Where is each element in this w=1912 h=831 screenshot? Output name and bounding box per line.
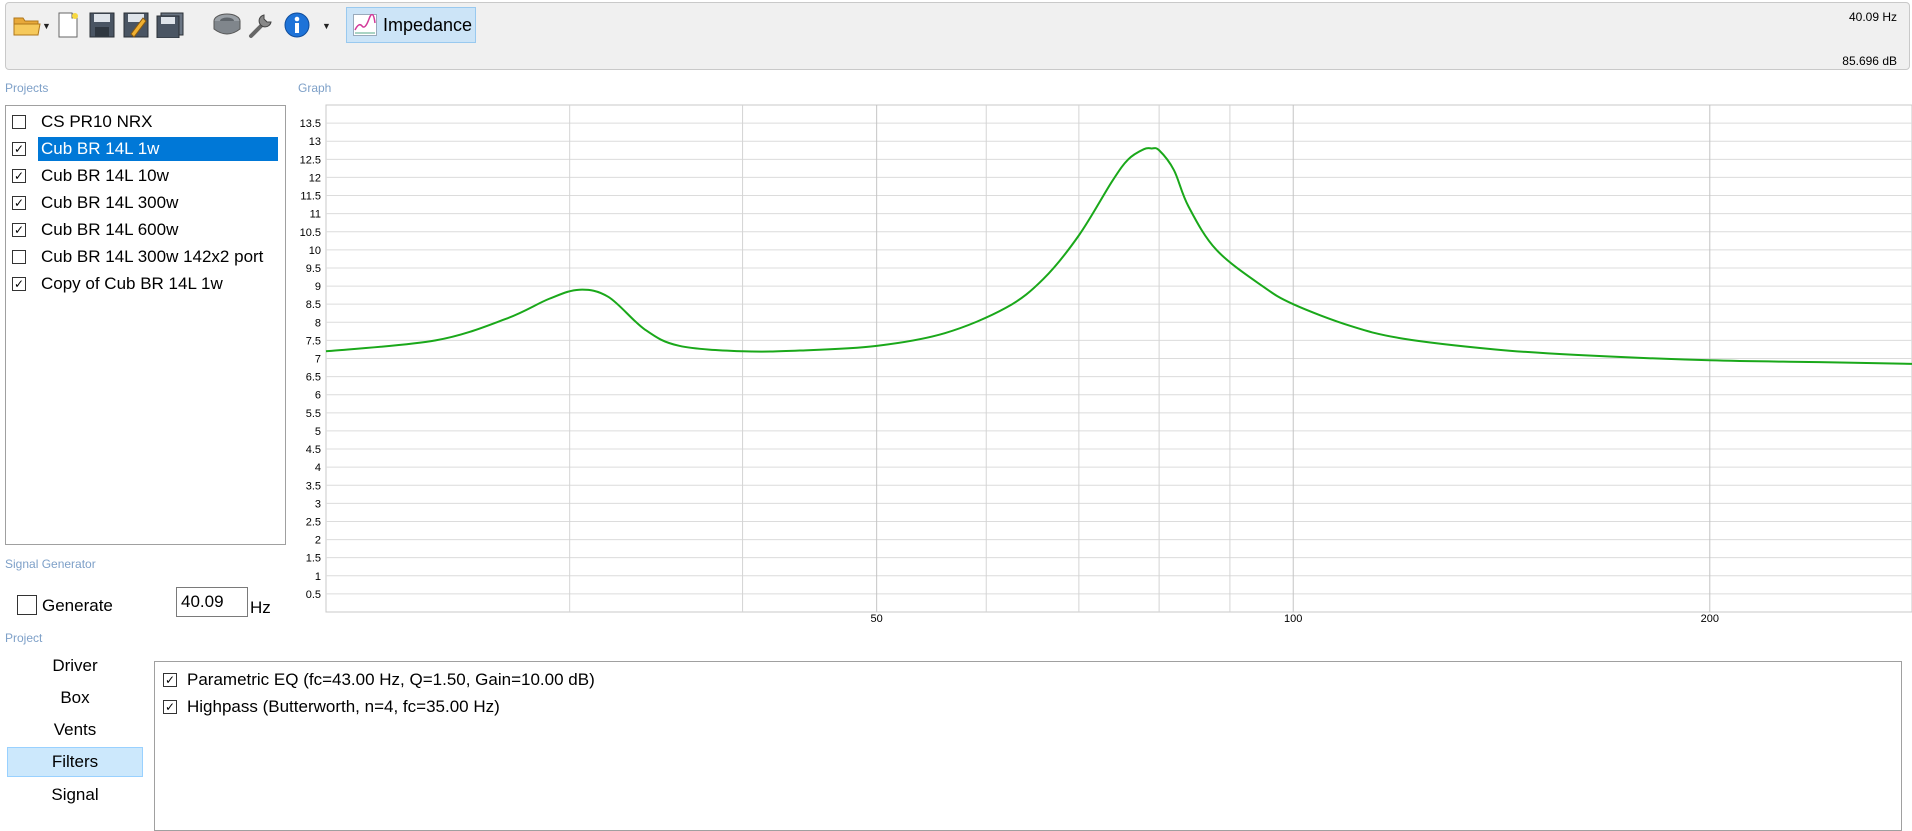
filter-checkbox[interactable]: ✓ xyxy=(163,700,177,714)
project-label: CS PR10 NRX xyxy=(41,112,153,131)
y-tick-label: 4 xyxy=(315,462,321,474)
save-all-icon[interactable] xyxy=(154,9,186,41)
project-checkbox[interactable]: ✓ xyxy=(12,277,26,291)
nav-item-signal[interactable]: Signal xyxy=(7,780,143,810)
open-folder-icon[interactable] xyxy=(11,9,43,41)
y-tick-label: 12.5 xyxy=(300,154,321,166)
y-tick-label: 3 xyxy=(315,498,321,510)
y-tick-label: 6.5 xyxy=(306,372,321,384)
y-tick-label: 1.5 xyxy=(306,553,321,565)
nav-item-vents[interactable]: Vents xyxy=(7,715,143,745)
impedance-button[interactable]: Impedance xyxy=(346,7,476,43)
y-tick-label: 7 xyxy=(315,354,321,366)
y-tick-label: 13 xyxy=(309,136,321,148)
y-tick-label: 12 xyxy=(309,172,321,184)
open-dropdown-icon[interactable]: ▼ xyxy=(42,21,51,31)
project-item[interactable]: Cub BR 14L 300w 142x2 port xyxy=(12,244,281,270)
project-label: Cub BR 14L 300w 142x2 port xyxy=(41,247,264,266)
y-tick-label: 10 xyxy=(309,245,321,257)
y-tick-label: 6 xyxy=(315,390,321,402)
speaker-driver-icon[interactable] xyxy=(211,9,243,41)
project-item[interactable]: ✓ Cub BR 14L 10w xyxy=(12,163,281,189)
info-dropdown-icon[interactable]: ▼ xyxy=(322,21,331,31)
project-item[interactable]: CS PR10 NRX xyxy=(12,109,281,135)
filter-checkbox[interactable]: ✓ xyxy=(163,673,177,687)
projects-list: CS PR10 NRX ✓ Cub BR 14L 1w ✓ Cub BR 14L 10w… xyxy=(5,105,286,545)
filter-label: Highpass (Butterworth, n=4, fc=35.00 Hz) xyxy=(187,697,500,716)
y-tick-label: 4.5 xyxy=(306,444,321,456)
y-tick-label: 9.5 xyxy=(306,263,321,275)
project-checkbox[interactable]: ✓ xyxy=(12,196,26,210)
project-label: Cub BR 14L 600w xyxy=(41,220,179,239)
y-tick-label: 7.5 xyxy=(306,335,321,347)
y-tick-label: 11 xyxy=(310,209,321,221)
generate-label: Generate xyxy=(42,596,113,615)
project-checkbox[interactable]: ✓ xyxy=(12,142,26,156)
toolbar: ▼ ▼ Impedance 40.09 Hz 85.696 dB xyxy=(5,2,1910,70)
y-tick-label: 0.5 xyxy=(306,589,321,601)
project-item[interactable]: ✓ Cub BR 14L 1w xyxy=(12,136,281,162)
tools-icon[interactable] xyxy=(245,9,277,41)
y-tick-label: 11.5 xyxy=(300,191,321,203)
y-tick-label: 13.5 xyxy=(300,118,321,130)
impedance-graph[interactable]: 0.511.522.533.544.555.566.577.588.599.51… xyxy=(290,103,1912,623)
y-tick-label: 1 xyxy=(315,571,321,583)
filters-list: ✓ Parametric EQ (fc=43.00 Hz, Q=1.50, Gai… xyxy=(154,661,1902,831)
signal-generator-section-label: Signal Generator xyxy=(5,557,96,571)
frequency-readout: 40.09 Hz xyxy=(1848,10,1897,24)
db-readout: 85.696 dB xyxy=(1842,54,1897,68)
project-label: Copy of Cub BR 14L 1w xyxy=(41,274,223,293)
project-checkbox[interactable] xyxy=(12,250,26,264)
graph-section-label: Graph xyxy=(298,81,332,95)
save-as-icon[interactable] xyxy=(120,9,152,41)
y-tick-label: 9 xyxy=(315,281,321,293)
y-tick-label: 5 xyxy=(315,426,321,438)
project-label: Cub BR 14L 10w xyxy=(41,166,169,185)
y-tick-label: 8.5 xyxy=(306,299,321,311)
y-tick-label: 10.5 xyxy=(300,227,321,239)
project-checkbox[interactable] xyxy=(12,115,26,129)
project-label: Cub BR 14L 300w xyxy=(41,193,179,212)
x-tick-label: 200 xyxy=(1701,613,1719,623)
project-item[interactable]: ✓ Cub BR 14L 600w xyxy=(12,217,281,243)
y-tick-label: 2.5 xyxy=(306,516,321,528)
save-icon[interactable] xyxy=(86,9,118,41)
impedance-label: Impedance xyxy=(383,14,473,35)
frequency-input[interactable] xyxy=(176,587,248,617)
project-checkbox[interactable]: ✓ xyxy=(12,169,26,183)
impedance-chart-icon xyxy=(353,14,377,36)
project-checkbox[interactable]: ✓ xyxy=(12,223,26,237)
frequency-unit-label: Hz xyxy=(250,598,271,617)
info-icon[interactable] xyxy=(281,9,313,41)
filter-item[interactable]: ✓ Parametric EQ (fc=43.00 Hz, Q=1.50, Gai… xyxy=(163,668,595,692)
y-tick-label: 3.5 xyxy=(306,480,321,492)
project-label: Cub BR 14L 1w xyxy=(38,137,278,161)
y-tick-label: 8 xyxy=(315,317,321,329)
project-section-label: Project xyxy=(5,631,43,645)
project-item[interactable]: ✓ Copy of Cub BR 14L 1w xyxy=(12,271,281,297)
projects-section-label: Projects xyxy=(5,81,49,95)
y-tick-label: 5.5 xyxy=(306,408,321,420)
filter-label: Parametric EQ (fc=43.00 Hz, Q=1.50, Gain… xyxy=(187,670,595,689)
new-file-icon[interactable] xyxy=(52,9,84,41)
generate-checkbox[interactable] xyxy=(17,595,37,615)
y-tick-label: 2 xyxy=(315,535,321,547)
nav-item-box[interactable]: Box xyxy=(7,683,143,713)
x-tick-label: 50 xyxy=(871,613,883,623)
filter-item[interactable]: ✓ Highpass (Butterworth, n=4, fc=35.00 Hz… xyxy=(163,695,500,719)
nav-item-driver[interactable]: Driver xyxy=(7,651,143,681)
x-tick-label: 100 xyxy=(1284,613,1302,623)
nav-item-filters[interactable]: Filters xyxy=(7,747,143,777)
project-item[interactable]: ✓ Cub BR 14L 300w xyxy=(12,190,281,216)
